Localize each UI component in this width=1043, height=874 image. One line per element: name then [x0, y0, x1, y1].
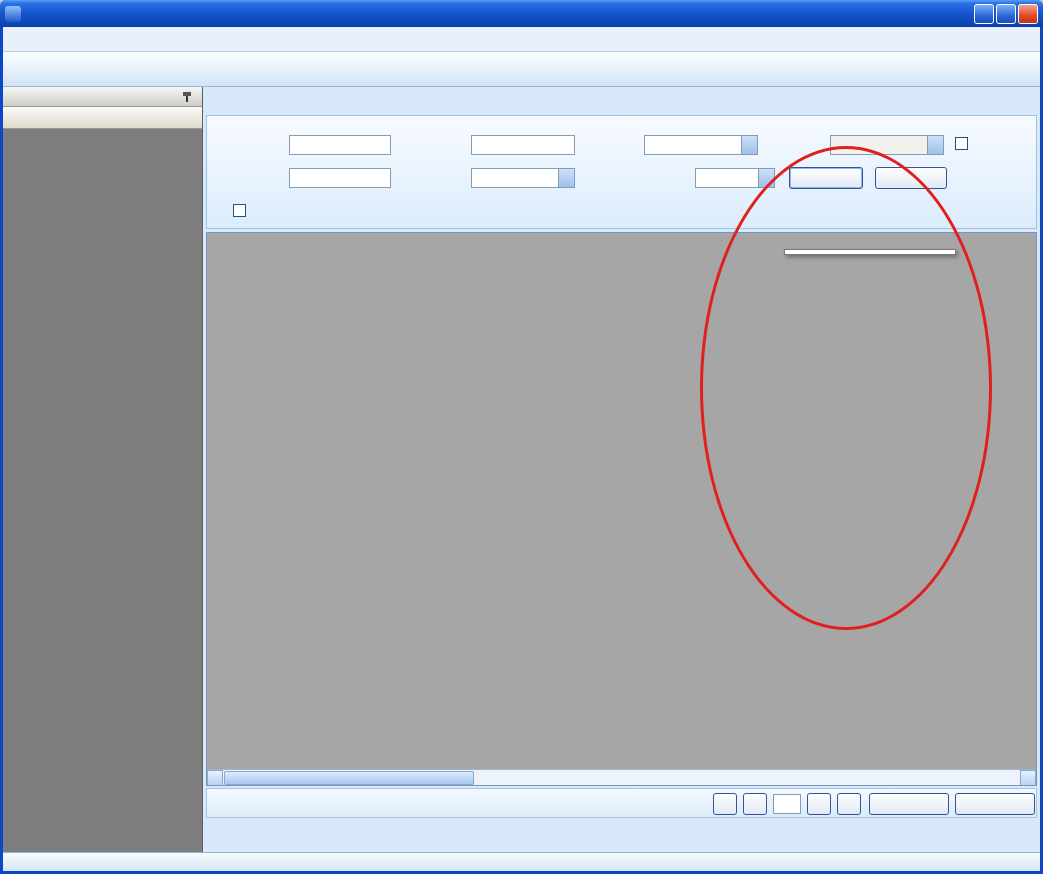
pin-icon[interactable] — [182, 92, 192, 102]
scrollbar-track[interactable] — [475, 770, 1020, 786]
tool-window-buttons — [182, 92, 198, 102]
end-date-picker[interactable] — [830, 135, 944, 155]
chevron-down-icon[interactable] — [927, 136, 943, 154]
sidebar — [3, 87, 203, 852]
toolbar — [3, 52, 1040, 87]
pagination-bar — [206, 788, 1037, 818]
maximize-button[interactable] — [996, 4, 1016, 24]
order-status-select[interactable] — [471, 168, 575, 188]
main-area — [203, 87, 1040, 852]
first-page-button[interactable] — [713, 793, 737, 815]
prev-page-button[interactable] — [743, 793, 767, 815]
status-bar — [3, 852, 1040, 871]
pay-method-select[interactable] — [695, 168, 775, 188]
enable-checkbox[interactable] — [955, 137, 968, 150]
minimize-button[interactable] — [974, 4, 994, 24]
delivery-color-checkbox[interactable] — [233, 204, 246, 217]
context-menu — [784, 249, 956, 255]
grid-area — [206, 232, 1037, 786]
menu-bar — [3, 27, 1040, 52]
filter-panel — [206, 115, 1037, 229]
title-bar — [0, 0, 1043, 27]
order-no-input[interactable] — [289, 168, 391, 188]
tab-strip — [203, 89, 1040, 115]
page-number-input[interactable] — [773, 794, 801, 814]
chevron-down-icon[interactable] — [758, 169, 774, 187]
sidebar-group-sales[interactable] — [3, 107, 202, 129]
last-page-button[interactable] — [837, 793, 861, 815]
scrollbar-thumb[interactable] — [224, 771, 474, 785]
start-date-picker[interactable] — [644, 135, 758, 155]
application-window — [0, 0, 1043, 874]
tool-window-header — [3, 87, 202, 107]
close-button[interactable] — [1018, 4, 1038, 24]
search-button[interactable] — [789, 167, 863, 189]
chevron-down-icon[interactable] — [558, 169, 574, 187]
sidebar-items — [3, 129, 202, 852]
window-controls — [974, 4, 1038, 24]
chevron-down-icon[interactable] — [741, 136, 757, 154]
horizontal-scrollbar[interactable] — [207, 769, 1036, 785]
new-button[interactable] — [875, 167, 947, 189]
customer-name-input[interactable] — [471, 135, 575, 155]
customer-no-input[interactable] — [289, 135, 391, 155]
app-icon — [5, 6, 21, 22]
export-all-pages-button[interactable] — [955, 793, 1035, 815]
scroll-right-icon[interactable] — [1020, 770, 1036, 786]
export-current-page-button[interactable] — [869, 793, 949, 815]
next-page-button[interactable] — [807, 793, 831, 815]
scroll-left-icon[interactable] — [207, 770, 223, 786]
